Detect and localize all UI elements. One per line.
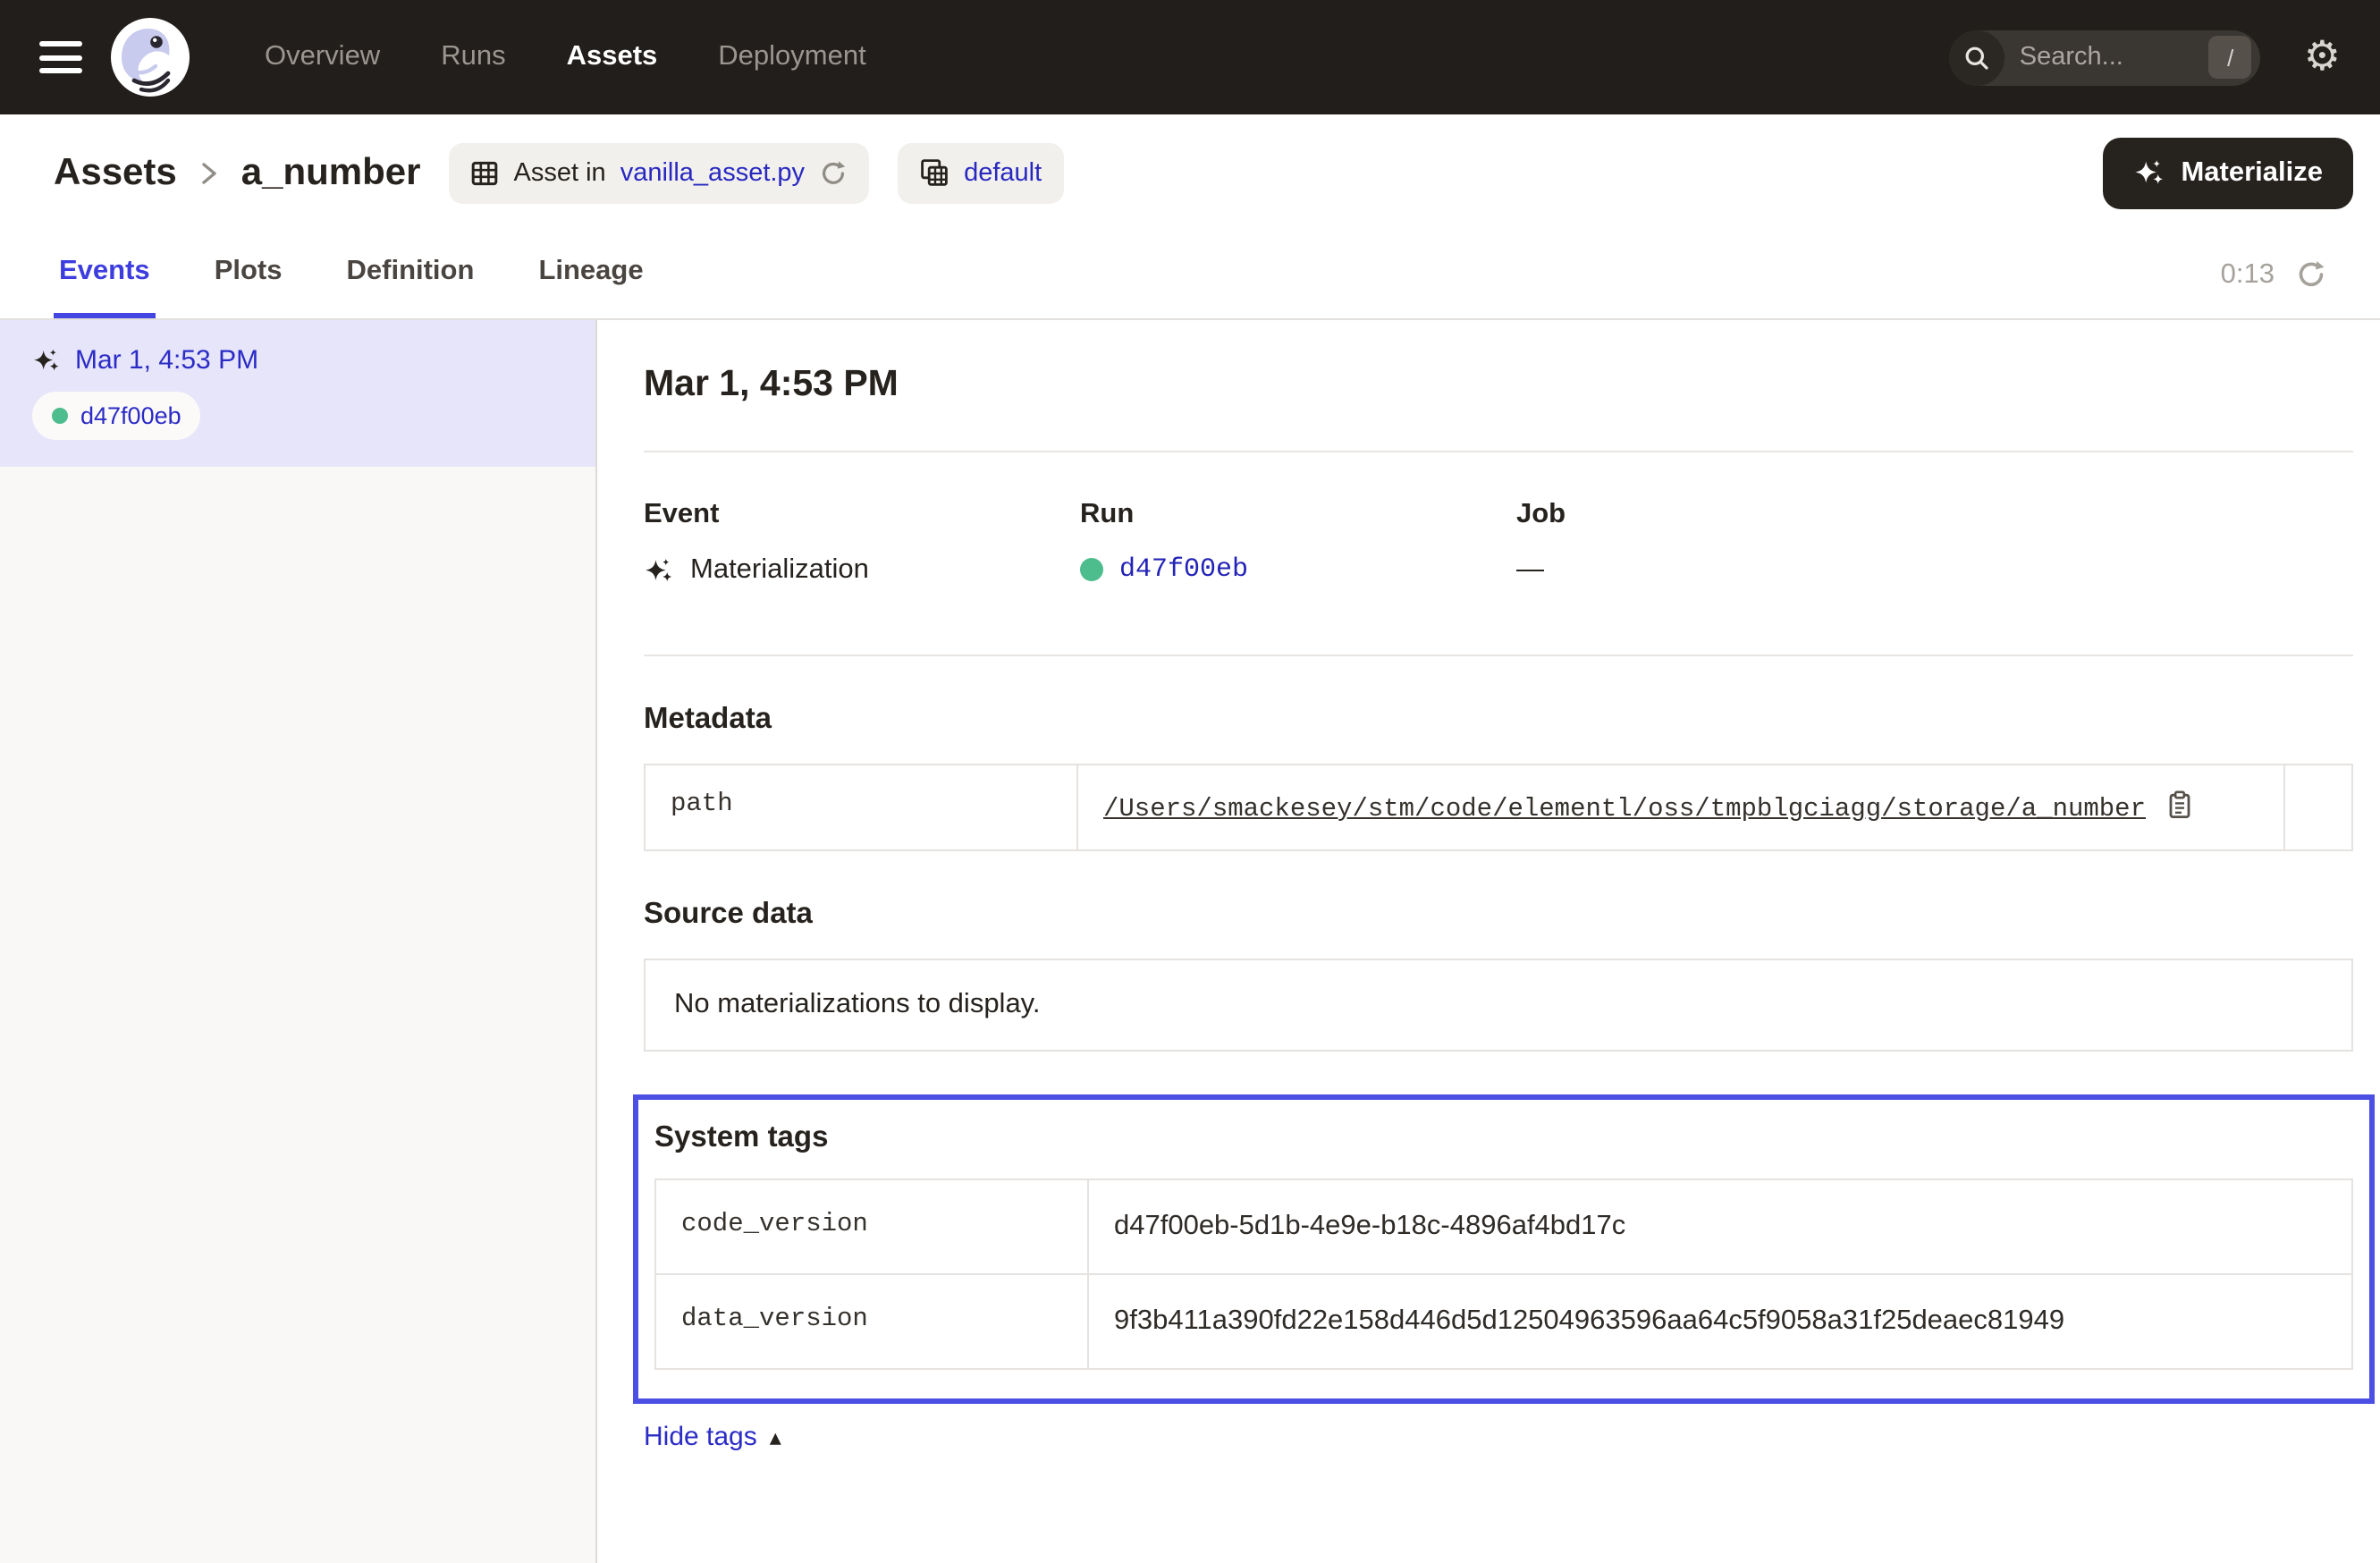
page-header: Assets a_number Asset in vanilla_asset.p… [0,114,2380,231]
materialize-button-label: Materialize [2181,156,2323,189]
top-nav-right: Search... / ⚙ [1950,30,2341,85]
run-status-dot [1080,558,1103,581]
system-tag-key: code_version [656,1180,1089,1273]
top-nav: Overview Runs Assets Deployment Search..… [0,0,2380,114]
nav-item-overview[interactable]: Overview [265,41,380,73]
reload-icon[interactable] [819,158,848,187]
system-tag-value: 9f3b411a390fd22e158d446d5d12504963596aa6… [1089,1275,2351,1368]
nav-item-deployment[interactable]: Deployment [718,41,865,73]
copy-icon[interactable] [2167,790,2192,819]
materialization-sparkle-icon [32,346,61,375]
asset-grid-icon [471,158,500,187]
system-tags-table: code_version d47f00eb-5d1b-4e9e-b18c-489… [654,1179,2353,1370]
source-data-empty-state: No materializations to display. [644,959,2353,1052]
source-data-heading: Source data [644,898,2353,932]
divider [644,655,2353,656]
event-column-header: Event [644,499,1080,531]
event-timestamp-link[interactable]: Mar 1, 4:53 PM [75,345,258,376]
materialize-button[interactable]: Materialize [2102,137,2353,208]
breadcrumb-asset-name: a_number [241,151,421,194]
code-location-icon [919,157,949,188]
tab-definition[interactable]: Definition [342,231,480,318]
run-status-dot [52,408,68,424]
divider [644,451,2353,452]
nav-item-assets[interactable]: Assets [567,41,658,73]
chevron-right-icon [197,158,222,187]
table-row: path /Users/smackesey/stm/code/elementl/… [646,765,2351,849]
content-area: Mar 1, 4:53 PM d47f00eb Mar 1, 4:53 PM E… [0,320,2380,1563]
search-icon [1950,30,2005,85]
metadata-path-link[interactable]: /Users/smackesey/stm/code/elementl/oss/t… [1103,796,2146,824]
dagster-app: Overview Runs Assets Deployment Search..… [0,0,2380,1563]
metadata-key: path [646,765,1078,849]
asset-badge-prefix: Asset in [514,158,606,187]
hide-tags-label: Hide tags [644,1422,757,1452]
menu-icon[interactable] [39,41,82,73]
table-row: code_version d47f00eb-5d1b-4e9e-b18c-489… [656,1180,2351,1273]
event-detail-panel: Mar 1, 4:53 PM Event Materialization Run [597,320,2380,1563]
asset-tabs: Events Plots Definition Lineage 0:13 [0,231,2380,320]
asset-file-link[interactable]: vanilla_asset.py [620,158,805,187]
search-shortcut-key: / [2209,36,2252,79]
run-id-pill[interactable]: d47f00eb [32,392,201,440]
dagster-logo-icon[interactable] [111,18,190,97]
system-tags-section-highlighted: System tags code_version d47f00eb-5d1b-4… [633,1094,2375,1404]
tab-plots[interactable]: Plots [209,231,288,318]
job-value: — [1516,554,1544,587]
breadcrumb-assets[interactable]: Assets [54,151,177,194]
sparkle-icon [2132,156,2165,189]
code-location-badge: default [898,142,1063,203]
metadata-heading: Metadata [644,703,2353,737]
materialization-sparkle-icon [644,555,674,586]
table-row: data_version 9f3b411a390fd22e158d446d5d1… [656,1273,2351,1368]
primary-nav: Overview Runs Assets Deployment [265,41,866,73]
source-data-empty-message: No materializations to display. [674,989,1041,1019]
table-gutter-cell [2283,765,2351,849]
nav-item-runs[interactable]: Runs [441,41,505,73]
hide-tags-link[interactable]: Hide tags ▴ [644,1422,781,1452]
refresh-countdown: 0:13 [2221,258,2275,291]
search-placeholder: Search... [2020,43,2209,72]
system-tags-heading: System tags [654,1121,2353,1155]
event-summary: Event Materialization Run d47f00eb [644,499,2353,587]
caret-up-icon: ▴ [770,1423,781,1451]
event-list-sidebar: Mar 1, 4:53 PM d47f00eb [0,320,597,1563]
run-id-link[interactable]: d47f00eb [1119,554,1248,585]
settings-gear-icon[interactable]: ⚙ [2304,37,2341,78]
run-id-label: d47f00eb [80,402,181,429]
system-tag-key: data_version [656,1275,1089,1368]
system-tag-value: d47f00eb-5d1b-4e9e-b18c-4896af4bd17c [1089,1180,2351,1273]
event-type-label: Materialization [690,554,869,587]
event-list-item-selected[interactable]: Mar 1, 4:53 PM d47f00eb [0,320,595,467]
search-input[interactable]: Search... / [1950,30,2261,85]
tab-events[interactable]: Events [54,231,156,318]
asset-definition-badge: Asset in vanilla_asset.py [450,142,870,203]
run-column-header: Run [1080,499,1516,531]
refresh-icon[interactable] [2296,259,2326,290]
event-detail-title: Mar 1, 4:53 PM [644,363,2353,406]
code-location-link[interactable]: default [964,158,1042,187]
job-column-header: Job [1516,499,2353,531]
metadata-table: path /Users/smackesey/stm/code/elementl/… [644,764,2353,851]
tab-lineage[interactable]: Lineage [533,231,648,318]
